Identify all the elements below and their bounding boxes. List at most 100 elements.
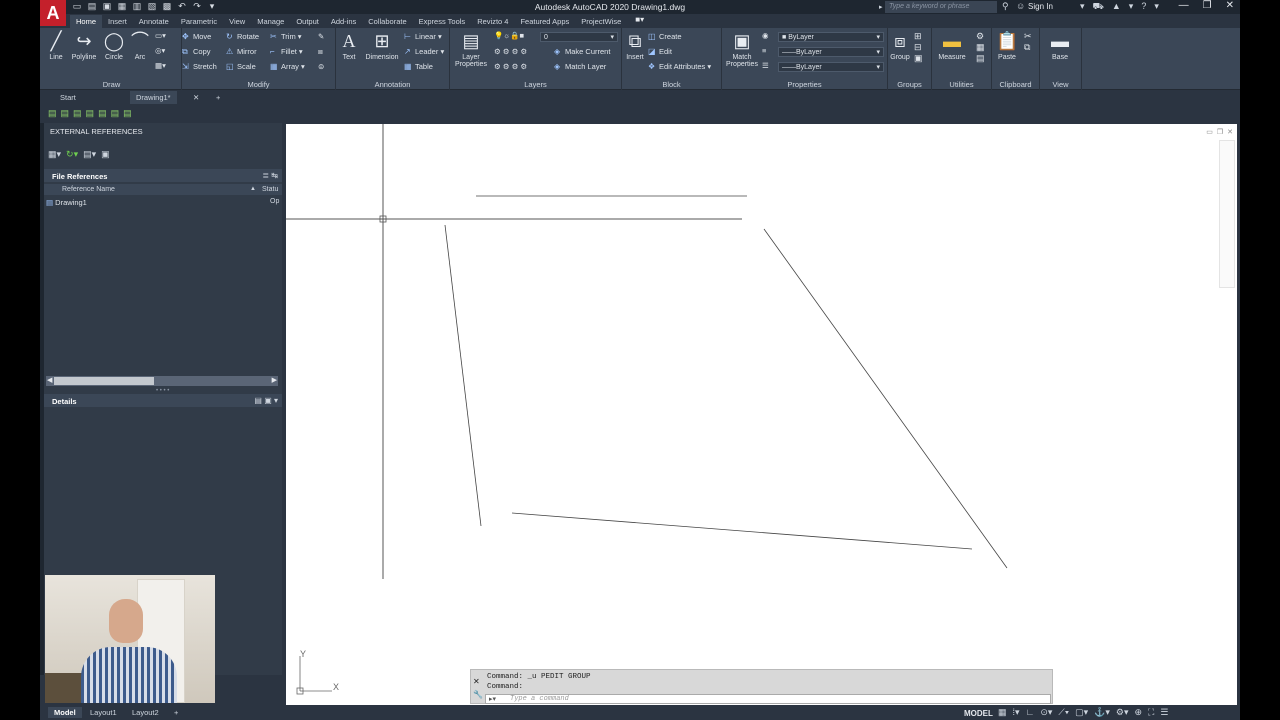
- user-icon[interactable]: ☺: [1016, 1, 1025, 11]
- groups-panel-title[interactable]: Groups: [888, 80, 931, 89]
- workspace-icon[interactable]: ⚙▾: [1116, 707, 1129, 718]
- tab-express-tools[interactable]: Express Tools: [413, 15, 472, 28]
- color-wheel-icon[interactable]: ◉: [762, 31, 769, 40]
- tab-start[interactable]: Start: [60, 93, 76, 102]
- polar-icon[interactable]: ⊙▾: [1040, 707, 1052, 718]
- tab-home[interactable]: Home: [70, 15, 103, 28]
- open-file-icon[interactable]: ▤: [87, 2, 97, 11]
- base-tool[interactable]: ▬ Base: [1046, 30, 1074, 61]
- xref-tool-2-icon[interactable]: ▤: [61, 108, 70, 119]
- array-tool[interactable]: ▦ Array ▾: [270, 62, 305, 71]
- list-view-icon[interactable]: ≣ ↹: [262, 171, 278, 180]
- tab-drawing1[interactable]: Drawing1*: [130, 91, 177, 104]
- navigation-bar[interactable]: [1219, 140, 1235, 288]
- open-web-icon[interactable]: ▥: [132, 2, 142, 11]
- qat-menu-icon[interactable]: ▾: [207, 2, 217, 11]
- layer-dropdown[interactable]: 0 ▾: [540, 32, 618, 42]
- explode-icon[interactable]: ⧈: [318, 47, 323, 57]
- command-input[interactable]: Type a command: [485, 694, 1051, 704]
- change-path-icon[interactable]: ▤▾: [83, 149, 96, 160]
- mirror-tool[interactable]: ⚠ Mirror: [226, 47, 257, 56]
- save-icon[interactable]: ▣: [102, 2, 112, 11]
- xref-tool-7-icon[interactable]: ▤: [123, 108, 132, 119]
- autocad-logo-icon[interactable]: A: [40, 0, 66, 26]
- tab-projectwise[interactable]: ProjectWise: [575, 15, 627, 28]
- tab-featured-apps[interactable]: Featured Apps: [514, 15, 575, 28]
- signin-dropdown-icon[interactable]: ▾: [1080, 1, 1085, 13]
- clipboard-tools-icons[interactable]: ✂ ⧉: [1024, 31, 1032, 53]
- save-web-icon[interactable]: ▧: [147, 2, 157, 11]
- xref-tool-1-icon[interactable]: ▤: [48, 108, 57, 119]
- drawing-canvas[interactable]: Y X ▭ ❐ ✕: [286, 124, 1237, 705]
- tab-layout2[interactable]: Layout2: [132, 708, 159, 717]
- grid-icon[interactable]: ▦: [998, 707, 1007, 718]
- edit-attributes-tool[interactable]: ❖ Edit Attributes ▾: [648, 62, 711, 71]
- new-file-icon[interactable]: ▭: [72, 2, 82, 11]
- cart-icon[interactable]: ⛟: [1093, 1, 1104, 13]
- ribbon-toggle-icon[interactable]: ■▾: [635, 15, 644, 28]
- tab-collaborate[interactable]: Collaborate: [362, 15, 412, 28]
- layers-panel-title[interactable]: Layers: [450, 80, 621, 89]
- recent-commands-icon[interactable]: ▸▾: [489, 695, 496, 703]
- isolate-icon[interactable]: ⊕: [1134, 707, 1142, 718]
- group-tool[interactable]: ⧈ Group: [888, 30, 912, 61]
- leader-tool[interactable]: ↗ Leader ▾: [404, 47, 444, 56]
- scroll-right-icon[interactable]: ▶: [272, 376, 277, 384]
- xref-tool-6-icon[interactable]: ▤: [111, 108, 120, 119]
- details-view-icon[interactable]: ▤ ▣ ▾: [254, 396, 278, 405]
- clean-screen-icon[interactable]: ⛶: [1148, 707, 1154, 718]
- close-tab-icon[interactable]: ✕: [193, 93, 199, 102]
- paste-tool[interactable]: 📋 Paste: [994, 30, 1020, 61]
- column-status[interactable]: Statu: [262, 186, 278, 193]
- details-header[interactable]: Details ▤ ▣ ▾: [44, 394, 282, 407]
- sign-in-link[interactable]: Sign In: [1028, 2, 1053, 11]
- utilities-panel-title[interactable]: Utilities: [932, 80, 991, 89]
- rectangle-icon[interactable]: ▭▾: [155, 31, 166, 40]
- make-current-tool[interactable]: ◈ Make Current: [554, 47, 610, 56]
- clipboard-panel-title[interactable]: Clipboard: [992, 80, 1039, 89]
- viewport-close-icon[interactable]: ✕: [1227, 128, 1233, 136]
- column-reference-name[interactable]: Reference Name: [62, 186, 115, 193]
- modify-panel-title[interactable]: Modify: [182, 80, 335, 89]
- create-block-tool[interactable]: ◫ Create: [648, 32, 682, 41]
- insert-tool[interactable]: ⧉ Insert: [624, 30, 646, 61]
- tab-add-ins[interactable]: Add-ins: [325, 15, 362, 28]
- scroll-left-icon[interactable]: ◀: [47, 376, 52, 384]
- osnap-icon[interactable]: ▢▾: [1075, 707, 1088, 718]
- move-tool[interactable]: ✥ Move: [182, 32, 211, 41]
- properties-panel-title[interactable]: Properties: [722, 80, 887, 89]
- attach-dwg-icon[interactable]: ▦▾: [48, 149, 61, 160]
- hatch-icon[interactable]: ◎▾: [155, 46, 165, 55]
- layer-state-icons[interactable]: 💡☼🔒■: [494, 31, 524, 40]
- layer-tools-row1[interactable]: ⚙ ⚙ ⚙ ⚙: [494, 47, 527, 56]
- view-panel-title[interactable]: View: [1040, 80, 1081, 89]
- horizontal-scrollbar[interactable]: ◀ ▶: [46, 376, 278, 386]
- utility-tools-icons[interactable]: ⚙ ▦ ▤: [976, 31, 985, 64]
- tab-annotate[interactable]: Annotate: [133, 15, 175, 28]
- linear-tool[interactable]: ⊢ Linear ▾: [404, 32, 442, 41]
- trim-tool[interactable]: ✂ Trim ▾: [270, 32, 302, 41]
- tab-layout1[interactable]: Layout1: [90, 708, 117, 717]
- gradient-icon[interactable]: ▦▾: [155, 61, 166, 70]
- tab-view[interactable]: View: [223, 15, 251, 28]
- close-icon[interactable]: ✕: [1226, 0, 1234, 11]
- search-expand-icon[interactable]: ▸: [879, 3, 883, 11]
- edit-block-tool[interactable]: ◪ Edit: [648, 47, 672, 56]
- drawn-line-bottom[interactable]: [511, 512, 973, 550]
- drawing-geometry[interactable]: Y X: [286, 124, 1237, 705]
- isodraft-icon[interactable]: ⟋▾: [1058, 707, 1069, 718]
- add-layout-button[interactable]: +: [174, 708, 178, 717]
- new-tab-icon[interactable]: +: [216, 93, 220, 102]
- stretch-tool[interactable]: ⇲ Stretch: [182, 62, 217, 71]
- annotation-panel-title[interactable]: Annotation: [336, 80, 449, 89]
- draw-panel-title[interactable]: Draw: [42, 80, 181, 89]
- minimize-icon[interactable]: —: [1179, 0, 1189, 11]
- refresh-icon[interactable]: ↻▾: [66, 149, 78, 160]
- color-dropdown[interactable]: ■ ByLayer ▾: [778, 32, 884, 42]
- help-book-icon[interactable]: ▣: [101, 149, 110, 160]
- viewport-minimize-icon[interactable]: ▭: [1206, 128, 1213, 136]
- command-close-icon[interactable]: ✕: [473, 677, 480, 686]
- more-icon[interactable]: ▾: [1129, 1, 1134, 13]
- block-panel-title[interactable]: Block: [622, 80, 721, 89]
- lineweight-dropdown[interactable]: ——ByLayer ▾: [778, 47, 884, 57]
